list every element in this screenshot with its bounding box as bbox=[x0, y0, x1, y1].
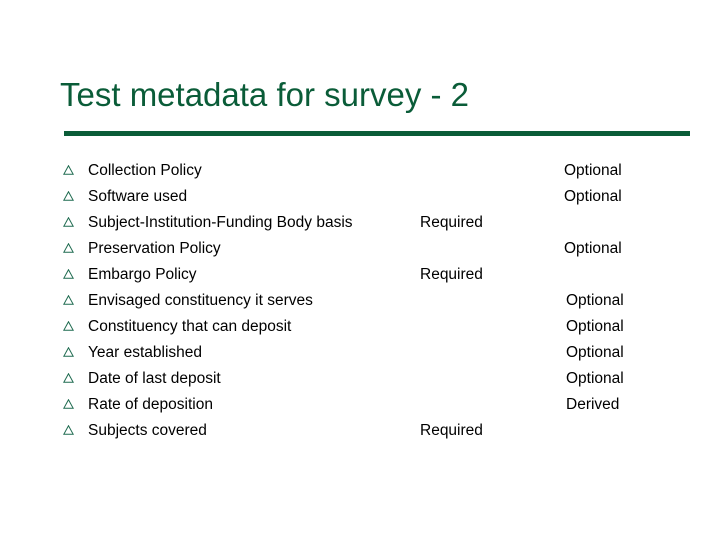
metadata-status-label: Optional bbox=[564, 240, 622, 257]
metadata-status-label: Required bbox=[420, 214, 483, 231]
metadata-status-label: Optional bbox=[564, 188, 622, 205]
metadata-field-label: Collection Policy bbox=[88, 162, 202, 179]
triangle-bullet-icon bbox=[63, 425, 74, 435]
triangle-bullet-icon bbox=[63, 373, 74, 383]
triangle-bullet-icon bbox=[63, 191, 74, 201]
table-row: Preservation Policy Optional bbox=[0, 238, 720, 264]
triangle-bullet-icon bbox=[63, 165, 74, 175]
metadata-status-label: Optional bbox=[566, 292, 624, 309]
metadata-field-label: Software used bbox=[88, 188, 188, 205]
triangle-bullet-icon bbox=[63, 321, 74, 331]
metadata-status-label: Optional bbox=[566, 344, 624, 361]
slide-canvas: Test metadata for survey - 2 Collection … bbox=[0, 0, 720, 540]
metadata-field-label: Constituency that can deposit bbox=[88, 318, 292, 335]
metadata-status-label: Derived bbox=[566, 396, 620, 413]
table-row: Rate of deposition Derived bbox=[0, 394, 720, 420]
metadata-status-label: Optional bbox=[566, 318, 624, 335]
table-row: Date of last deposit Optional bbox=[0, 368, 720, 394]
table-row: Subjects covered Required bbox=[0, 420, 720, 446]
metadata-list: Collection Policy Optional Software used Op… bbox=[0, 160, 720, 446]
metadata-field-label: Subjects covered bbox=[88, 422, 207, 439]
table-row: Constituency that can deposit Optional bbox=[0, 316, 720, 342]
metadata-field-label: Subject-Institution-Funding Body basis bbox=[88, 214, 353, 231]
table-row: Subject-Institution-Funding Body basis Re… bbox=[0, 212, 720, 238]
metadata-status-label: Optional bbox=[566, 370, 624, 387]
triangle-bullet-icon bbox=[63, 243, 74, 253]
table-row: Envisaged constituency it serves Optional bbox=[0, 290, 720, 316]
metadata-field-label: Envisaged constituency it serves bbox=[88, 292, 313, 309]
table-row: Collection Policy Optional bbox=[0, 160, 720, 186]
triangle-bullet-icon bbox=[63, 347, 74, 357]
table-row: Software used Optional bbox=[0, 186, 720, 212]
title-divider-rule bbox=[64, 131, 690, 136]
metadata-field-label: Preservation Policy bbox=[88, 240, 221, 257]
table-row: Embargo Policy Required bbox=[0, 264, 720, 290]
page-title: Test metadata for survey - 2 bbox=[60, 76, 470, 113]
triangle-bullet-icon bbox=[63, 399, 74, 409]
table-row: Year established Optional bbox=[0, 342, 720, 368]
metadata-status-label: Required bbox=[420, 422, 483, 439]
metadata-field-label: Rate of deposition bbox=[88, 396, 213, 413]
triangle-bullet-icon bbox=[63, 295, 74, 305]
metadata-field-label: Year established bbox=[88, 344, 203, 361]
metadata-status-label: Optional bbox=[564, 162, 622, 179]
triangle-bullet-icon bbox=[63, 217, 74, 227]
triangle-bullet-icon bbox=[63, 269, 74, 279]
metadata-status-label: Required bbox=[420, 266, 483, 283]
metadata-field-label: Date of last deposit bbox=[88, 370, 221, 387]
metadata-field-label: Embargo Policy bbox=[88, 266, 197, 283]
